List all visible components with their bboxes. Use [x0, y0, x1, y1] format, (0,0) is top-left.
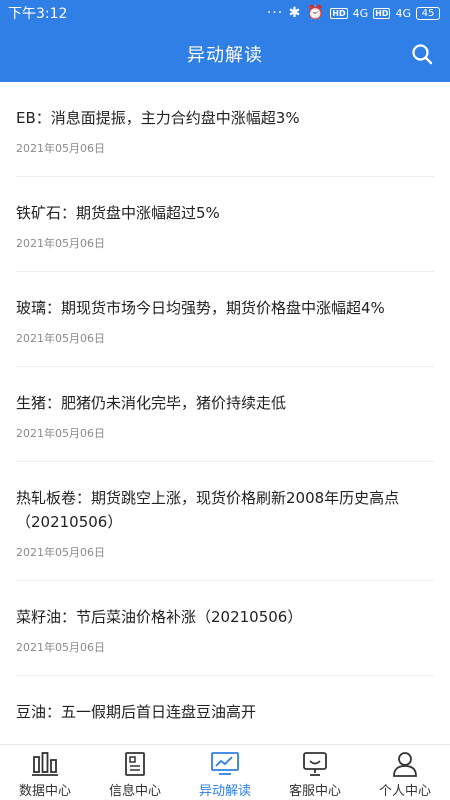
list-item[interactable]: 热轧板卷：期货跳空上涨，现货价格刷新2008年历史高点（20210506） 20… — [0, 462, 450, 581]
news-title: EB：消息面提振，主力合约盘中涨幅超3% — [16, 109, 300, 127]
news-title: 玻璃：期现货市场今日均强势，期货价格盘中涨幅超4% — [16, 299, 385, 317]
news-title: 菜籽油：节后菜油价格补涨（20210506） — [16, 608, 303, 626]
search-button[interactable] — [408, 40, 436, 68]
tab-data-center[interactable]: 数据中心 — [0, 745, 90, 800]
news-title: 铁矿石：期货盘中涨幅超过5% — [16, 204, 220, 222]
tab-customer-service[interactable]: 客服中心 — [270, 745, 360, 800]
page-title: 异动解读 — [187, 45, 263, 66]
monitor-chart-icon — [210, 750, 240, 778]
status-icons: ··· ✱ ⏰ — [266, 5, 326, 21]
headset-icon — [300, 750, 330, 778]
bottom-tab-bar: 数据中心 信息中心 异动解读 客服中心 个人中心 — [0, 744, 450, 800]
search-icon — [412, 44, 433, 65]
news-list[interactable]: EB：消息面提振，主力合约盘中涨幅超3% 2021年05月06日 铁矿石：期货盘… — [0, 82, 450, 744]
bar-chart-icon — [30, 750, 60, 778]
app-header: 异动解读 — [0, 26, 450, 82]
network-label: 4G — [352, 6, 369, 20]
tab-label: 个人中心 — [378, 784, 431, 799]
news-date: 2021年05月06日 — [16, 641, 105, 654]
news-date: 2021年05月06日 — [16, 142, 105, 155]
hd-badge-2: HD — [373, 7, 391, 19]
news-date: 2021年05月06日 — [16, 546, 105, 559]
document-icon — [120, 750, 150, 778]
list-item[interactable]: EB：消息面提振，主力合约盘中涨幅超3% 2021年05月06日 — [0, 82, 450, 177]
network-label-2: 4G — [395, 6, 411, 20]
news-title: 豆油：五一假期后首日连盘豆油高开 — [16, 703, 257, 721]
tab-info-center[interactable]: 信息中心 — [90, 745, 180, 800]
tab-label: 客服中心 — [288, 784, 341, 799]
list-item[interactable]: 铁矿石：期货盘中涨幅超过5% 2021年05月06日 — [0, 177, 450, 272]
list-item[interactable]: 豆油：五一假期后首日连盘豆油高开 — [0, 676, 450, 744]
list-item[interactable]: 生猪：肥猪仍未消化完毕，猪价持续走低 2021年05月06日 — [0, 367, 450, 462]
tab-label: 异动解读 — [198, 784, 251, 799]
news-title: 热轧板卷：期货跳空上涨，现货价格刷新2008年历史高点（20210506） — [16, 489, 400, 531]
status-time: 下午3:12 — [8, 6, 68, 22]
news-title: 生猪：肥猪仍未消化完毕，猪价持续走低 — [16, 394, 287, 412]
tab-label: 信息中心 — [108, 784, 161, 799]
hd-badge: HD — [330, 7, 348, 19]
list-item[interactable]: 玻璃：期现货市场今日均强势，期货价格盘中涨幅超4% 2021年05月06日 — [0, 272, 450, 367]
battery-icon: 45 — [416, 6, 440, 20]
tab-personal-center[interactable]: 个人中心 — [360, 745, 450, 800]
list-item[interactable]: 菜籽油：节后菜油价格补涨（20210506） 2021年05月06日 — [0, 581, 450, 676]
news-date: 2021年05月06日 — [16, 332, 105, 345]
news-date: 2021年05月06日 — [16, 237, 105, 250]
news-date — [16, 724, 434, 744]
user-icon — [390, 750, 420, 778]
status-indicators: ··· ✱ ⏰ HD 4G HD 4G 45 — [267, 6, 440, 20]
tab-label: 数据中心 — [18, 784, 71, 799]
tab-anomaly-analysis[interactable]: 异动解读 — [180, 745, 270, 800]
status-bar: 下午3:12 ··· ✱ ⏰ HD 4G HD 4G 45 — [0, 0, 450, 26]
news-date: 2021年05月06日 — [16, 427, 105, 440]
